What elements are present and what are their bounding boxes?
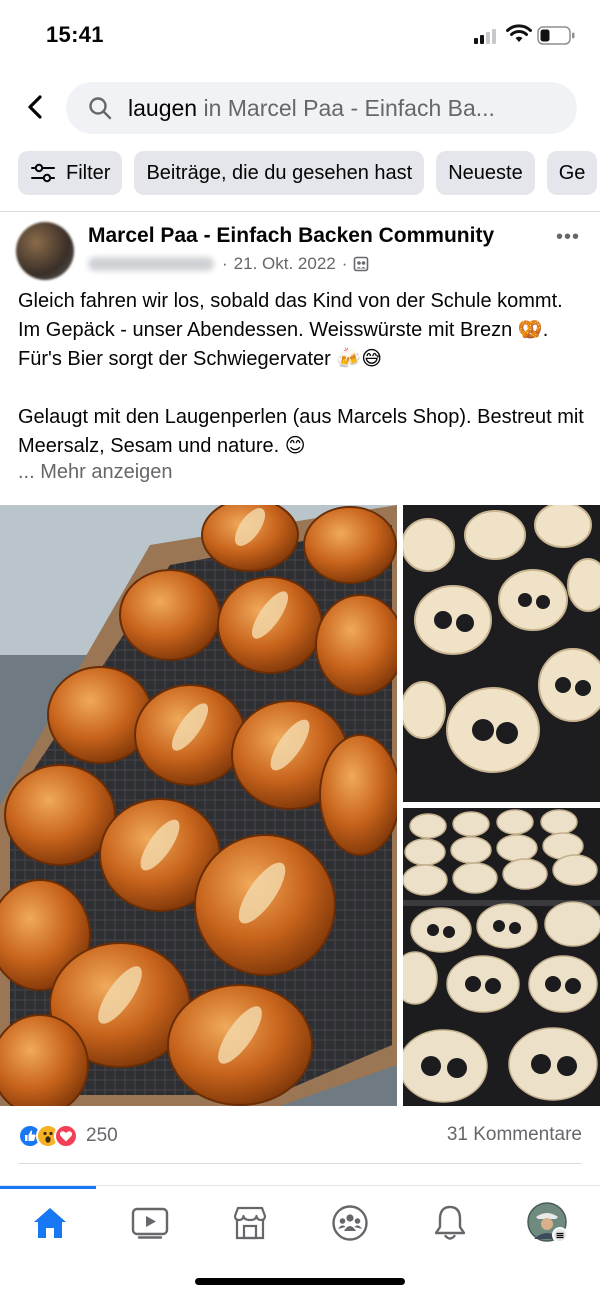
raw-pretzel-rows-illustration	[403, 808, 600, 1106]
filter-chips: Filter Beiträge, die du gesehen hast Neu…	[18, 151, 598, 195]
groups-icon[interactable]	[320, 1200, 380, 1246]
sliders-icon	[31, 163, 55, 183]
wifi-icon	[506, 24, 532, 42]
post-paragraph: Gleich fahren wir los, sobald das Kind v…	[18, 290, 563, 370]
video-icon[interactable]	[120, 1200, 180, 1246]
search-row: laugen in Marcel Paa - Einfach Ba...	[0, 80, 600, 136]
photo-raw-pretzels-rows[interactable]	[403, 808, 600, 1106]
filter-chip[interactable]: Filter	[18, 151, 123, 195]
search-icon	[89, 97, 112, 120]
reaction-count: 250	[86, 1125, 118, 1146]
home-indicator	[195, 1278, 405, 1285]
status-time: 15:41	[46, 22, 104, 47]
active-tab-indicator	[0, 1186, 96, 1189]
post-text: Gleich fahren wir los, sobald das Kind v…	[18, 287, 588, 461]
post-header: Marcel Paa - Einfach Backen Community · …	[0, 218, 600, 284]
post-meta: · 21. Okt. 2022 ·	[88, 254, 369, 274]
meta-separator: ·	[341, 254, 348, 273]
chevron-left-icon	[28, 95, 42, 119]
battery-icon	[537, 26, 575, 45]
more-options-button[interactable]: •••	[556, 226, 580, 249]
back-button[interactable]	[18, 90, 52, 124]
post-paragraph: Gelaugt mit den Laugenperlen (aus Marcel…	[18, 406, 584, 457]
author-name-blurred[interactable]	[88, 257, 214, 271]
latest-chip[interactable]: Neueste	[436, 151, 535, 195]
signal-icon	[474, 28, 500, 44]
home-icon[interactable]	[20, 1200, 80, 1246]
love-reaction-icon	[54, 1124, 78, 1148]
search-scope: in Marcel Paa - Einfach Ba...	[203, 94, 495, 121]
search-input[interactable]: laugen in Marcel Paa - Einfach Ba...	[66, 82, 577, 134]
photo-pretzels-on-tray[interactable]	[0, 505, 397, 1106]
photo-grid	[0, 505, 600, 1106]
photo-raw-pretzels-on-tray[interactable]	[403, 505, 600, 802]
filter-chip-label: Filter	[66, 161, 111, 184]
group-avatar[interactable]	[16, 222, 74, 280]
group-privacy-icon	[354, 256, 369, 272]
search-query-term: laugen	[128, 94, 198, 121]
divider	[18, 1163, 582, 1164]
seen-posts-chip[interactable]: Beiträge, die du gesehen hast	[134, 151, 425, 195]
group-name[interactable]: Marcel Paa - Einfach Backen Community	[88, 224, 494, 248]
more-filter-chip[interactable]: Ge	[546, 151, 598, 195]
post-date[interactable]: 21. Okt. 2022	[234, 254, 336, 274]
reactions-summary[interactable]: 250	[18, 1120, 118, 1152]
divider	[0, 211, 600, 212]
profile-avatar[interactable]	[518, 1200, 578, 1246]
meta-separator: ·	[222, 254, 228, 273]
raw-pretzel-photo-illustration	[403, 505, 600, 802]
marketplace-icon[interactable]	[220, 1200, 280, 1246]
search-query-text: laugen in Marcel Paa - Einfach Ba...	[128, 95, 495, 122]
status-bar: 15:41	[0, 0, 600, 70]
pretzel-photo-illustration	[0, 505, 397, 1106]
bottom-tab-bar	[0, 1185, 600, 1299]
comments-count[interactable]: 31 Kommentare	[447, 1124, 582, 1146]
notifications-icon[interactable]	[420, 1200, 480, 1246]
see-more-link[interactable]: ... Mehr anzeigen	[18, 461, 173, 484]
